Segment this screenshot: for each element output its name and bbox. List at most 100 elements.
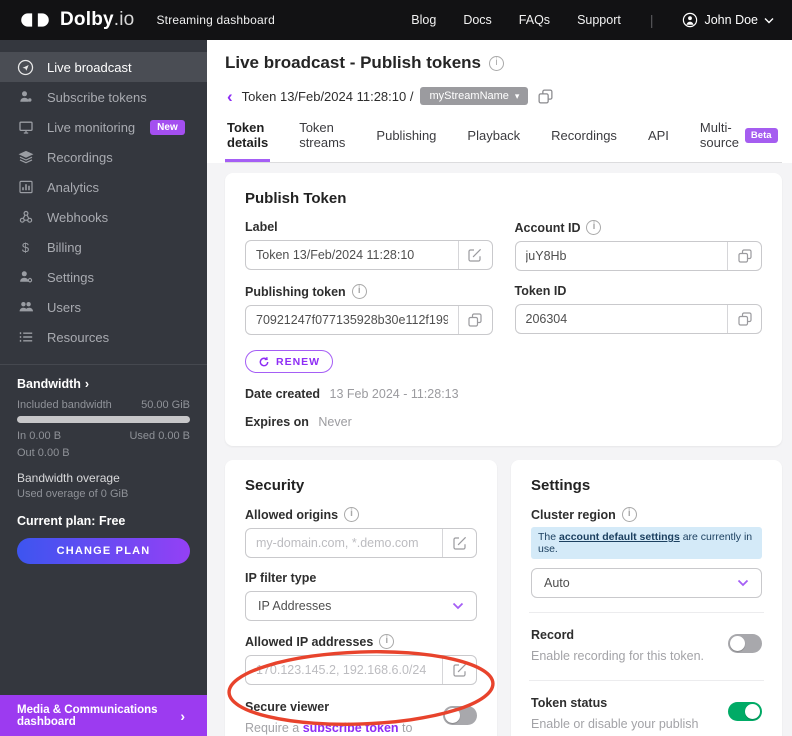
sidebar-item-live-broadcast[interactable]: Live broadcast	[0, 52, 207, 82]
record-desc: Enable recording for this token.	[531, 649, 705, 663]
nav-link-blog[interactable]: Blog	[411, 13, 436, 27]
copy-icon	[538, 88, 553, 104]
copy-token-id-button[interactable]	[735, 311, 755, 327]
sidebar-item-recordings[interactable]: Recordings	[0, 142, 207, 172]
account-id-field: Account ID i	[514, 220, 762, 271]
content-area: Publish Token Label A	[207, 163, 792, 736]
bandwidth-out-row: Out 0.00 B	[17, 447, 190, 459]
info-icon[interactable]: i	[586, 220, 602, 235]
account-default-settings-link[interactable]: account default settings	[559, 531, 680, 543]
tab-publishing[interactable]: Publishing	[374, 120, 438, 162]
subscribe-token-link[interactable]: subscribe token	[303, 721, 399, 735]
info-icon[interactable]: i	[351, 284, 367, 299]
dolby-mark-icon	[21, 13, 49, 27]
tab-token-details[interactable]: Token details	[225, 120, 271, 162]
user-name: John Doe	[704, 13, 758, 27]
bandwidth-used: Used 0.00 B	[129, 430, 190, 442]
main-header: Live broadcast - Publish tokens i ‹ Toke…	[207, 40, 792, 163]
tab-playback[interactable]: Playback	[465, 120, 522, 162]
beta-badge: Beta	[744, 127, 778, 143]
bar-chart-icon	[17, 179, 34, 196]
copy-icon	[737, 312, 752, 326]
bandwidth-out: Out 0.00 B	[17, 447, 70, 459]
sidebar-item-settings[interactable]: Settings	[0, 262, 207, 292]
main-content: Live broadcast - Publish tokens i ‹ Toke…	[207, 40, 792, 736]
user-avatar-icon	[683, 12, 698, 28]
sidebar-item-analytics[interactable]: Analytics	[0, 172, 207, 202]
security-card: Security Allowed origins i my-domain.com…	[225, 460, 497, 736]
media-communications-banner[interactable]: Media & Communications dashboard ›	[0, 695, 207, 736]
renew-button[interactable]: RENEW	[245, 350, 334, 373]
sidebar-item-label: Subscribe tokens	[47, 89, 147, 105]
nav-link-faqs[interactable]: FAQs	[519, 13, 550, 27]
edit-origins-button[interactable]	[450, 535, 470, 551]
nav-link-docs[interactable]: Docs	[463, 13, 491, 27]
token-status-toggle[interactable]	[728, 702, 762, 722]
new-badge: New	[150, 119, 185, 135]
tab-token-streams[interactable]: Token streams	[297, 120, 347, 162]
info-icon[interactable]: i	[489, 55, 505, 71]
included-bandwidth-value: 50.00 GiB	[141, 399, 190, 411]
edit-ip-button[interactable]	[450, 662, 470, 678]
sidebar-item-webhooks[interactable]: Webhooks	[0, 202, 207, 232]
included-bandwidth-row: Included bandwidth 50.00 GiB	[17, 399, 190, 411]
chevron-down-icon	[764, 17, 774, 23]
copy-account-id-button[interactable]	[735, 248, 755, 264]
top-nav: Blog Docs FAQs Support | John Doe	[411, 12, 774, 28]
change-plan-button[interactable]: CHANGE PLAN	[17, 538, 190, 564]
allowed-origins-input[interactable]	[246, 529, 442, 557]
secure-viewer-row: Secure viewer Require a subscribe token …	[245, 700, 477, 736]
token-id-input[interactable]	[515, 305, 727, 333]
person-gear-icon	[17, 269, 34, 286]
sidebar-item-label: Users	[47, 299, 81, 315]
sidebar-item-resources[interactable]: Resources	[0, 322, 207, 352]
layers-icon	[17, 149, 34, 166]
token-status-title: Token status	[531, 696, 608, 711]
tab-api[interactable]: API	[646, 120, 671, 162]
back-chevron-icon[interactable]: ‹	[227, 88, 233, 105]
nav-link-support[interactable]: Support	[577, 13, 621, 27]
ip-filter-select[interactable]: IP Addresses	[245, 591, 477, 621]
date-created-row: Date created 13 Feb 2024 - 11:28:13	[245, 387, 459, 401]
bandwidth-header[interactable]: Bandwidth ›	[17, 377, 190, 391]
sidebar-item-live-monitoring[interactable]: Live monitoring New	[0, 112, 207, 142]
label-input[interactable]	[246, 241, 458, 269]
publishing-token-input[interactable]	[246, 306, 458, 334]
breadcrumb: ‹ Token 13/Feb/2024 11:28:10 / myStreamN…	[227, 87, 782, 105]
info-icon[interactable]: i	[344, 507, 360, 522]
stream-name-dropdown[interactable]: myStreamName ▾	[420, 87, 529, 105]
user-menu[interactable]: John Doe	[682, 12, 774, 28]
secure-viewer-desc: Require a subscribe token to view the st…	[245, 721, 413, 735]
sidebar-item-label: Live monitoring	[47, 119, 136, 135]
record-toggle[interactable]	[728, 634, 762, 653]
edit-icon	[468, 248, 482, 262]
sidebar-item-users[interactable]: Users	[0, 292, 207, 322]
bandwidth-panel: Bandwidth › Included bandwidth 50.00 GiB …	[0, 365, 207, 564]
settings-title: Settings	[531, 477, 591, 494]
record-row: Record Enable recording for this token.	[531, 628, 762, 666]
dolby-logo[interactable]: Dolby.io	[18, 9, 134, 31]
allowed-ip-input[interactable]	[246, 656, 442, 684]
breadcrumb-token: Token 13/Feb/2024 11:28:10 /	[241, 88, 414, 104]
cluster-region-select[interactable]: Auto	[531, 568, 762, 598]
secure-viewer-toggle[interactable]	[443, 706, 477, 725]
cluster-region-info-banner: The account default settings are current…	[531, 527, 762, 559]
divider	[529, 612, 764, 613]
copy-stream-name-button[interactable]	[535, 88, 556, 105]
copy-publishing-token-button[interactable]	[465, 312, 485, 328]
chevron-right-icon: ›	[84, 377, 90, 391]
tab-recordings[interactable]: Recordings	[549, 120, 619, 162]
users-icon	[17, 299, 34, 316]
info-icon[interactable]: i	[621, 507, 637, 522]
info-icon[interactable]: i	[379, 634, 395, 649]
sidebar-item-subscribe-tokens[interactable]: Subscribe tokens	[0, 82, 207, 112]
account-id-input[interactable]	[515, 242, 727, 270]
edit-label-button[interactable]	[465, 247, 485, 263]
subscriber-icon	[17, 89, 34, 106]
sidebar-item-label: Webhooks	[47, 209, 109, 225]
tab-multi-source[interactable]: Multi-source Beta	[698, 120, 780, 162]
allowed-origins-field: Allowed origins i	[245, 507, 477, 558]
token-status-desc: Enable or disable your publish token.	[531, 717, 699, 732]
bandwidth-in: In 0.00 B	[17, 430, 62, 442]
sidebar-item-billing[interactable]: $ Billing	[0, 232, 207, 262]
